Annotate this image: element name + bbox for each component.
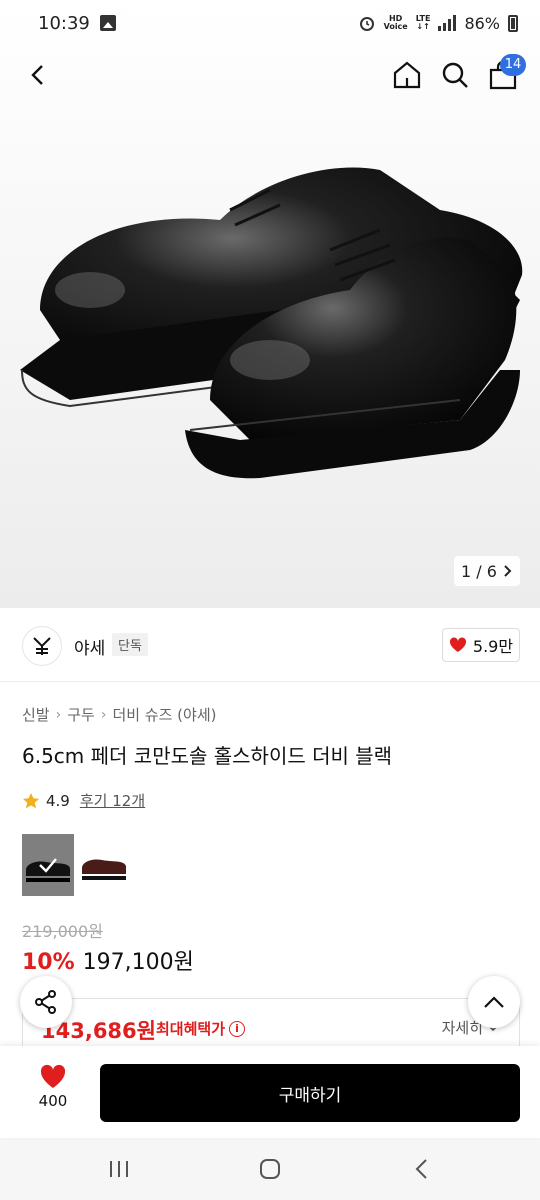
review-link[interactable]: 후기 12개	[80, 790, 145, 811]
color-swatches	[22, 834, 130, 896]
sale-price: 197,100원	[82, 950, 194, 975]
check-icon	[22, 834, 74, 896]
swatch-brown[interactable]	[78, 834, 130, 896]
hd-voice-indicator: HD Voice	[384, 15, 408, 31]
max-benefit-label: 최대혜택가	[156, 1020, 226, 1038]
discount-rate: 10%	[22, 950, 75, 975]
heart-icon	[40, 1064, 66, 1088]
chevron-right-icon	[504, 565, 512, 577]
chevron-up-icon	[484, 996, 504, 1008]
exclusive-tag: 단독	[112, 633, 148, 656]
signal-icon	[438, 15, 457, 31]
share-icon	[35, 990, 56, 1014]
back-icon[interactable]	[22, 58, 56, 92]
brand-logo-mark-icon	[33, 637, 51, 655]
max-benefit-label-wrap: 최대혜택가 i	[156, 1018, 246, 1039]
swatch-black[interactable]	[22, 834, 74, 896]
wishlist-button[interactable]: 400	[22, 1064, 84, 1120]
status-indicators: HD Voice LTE ↓↑ 86%	[358, 14, 518, 33]
data-arrows-icon: ↓↑	[416, 22, 430, 31]
breadcrumb: 신발 › 구두 › 더비 슈즈 (야세)	[22, 704, 216, 725]
brand-logo[interactable]	[22, 626, 62, 666]
top-navigation: 14	[0, 50, 540, 100]
cart-count-badge: 14	[500, 54, 526, 76]
price-row: 10% 197,100원	[22, 944, 194, 976]
battery-icon	[508, 14, 518, 32]
gallery-notification-icon	[99, 15, 116, 31]
system-navigation-bar	[0, 1138, 540, 1200]
battery-percent: 86%	[464, 13, 500, 33]
search-icon[interactable]	[438, 58, 472, 92]
breadcrumb-item[interactable]: 신발	[22, 704, 50, 725]
scroll-top-button[interactable]	[468, 976, 520, 1028]
rating-value: 4.9	[46, 791, 70, 810]
status-time: 10:39	[38, 12, 90, 34]
gallery-page-indicator[interactable]: 1 / 6	[454, 556, 520, 586]
original-price: 219,000원	[22, 922, 103, 941]
buy-button[interactable]: 구매하기	[100, 1064, 520, 1122]
brand-like-count: 5.9만	[472, 637, 514, 656]
system-back-icon[interactable]	[410, 1157, 434, 1181]
page-indicator-label: 1 / 6	[461, 561, 497, 581]
heart-icon	[449, 637, 466, 652]
recent-apps-icon[interactable]	[106, 1158, 132, 1180]
breadcrumb-item[interactable]: 구두	[67, 704, 95, 725]
info-icon[interactable]: i	[229, 1020, 246, 1037]
rating-row: 4.9 후기 12개	[22, 790, 145, 811]
voice-label: Voice	[383, 22, 408, 31]
home-icon[interactable]	[390, 58, 424, 92]
alarm-icon	[359, 17, 374, 31]
product-title: 6.5cm 페더 코만도솔 홀스하이드 더비 블랙	[22, 744, 393, 768]
brand-name[interactable]: 야세	[74, 634, 105, 659]
share-button[interactable]	[20, 976, 72, 1028]
wishlist-count: 400	[38, 1092, 68, 1110]
chevron-right-icon: ›	[55, 706, 62, 723]
chevron-right-icon: ›	[100, 706, 107, 723]
product-photo-shoes	[20, 167, 523, 479]
lte-indicator: LTE ↓↑	[416, 15, 431, 31]
brown-shoe-thumbnail	[82, 859, 126, 880]
brand-like-button[interactable]: 5.9만	[442, 628, 520, 662]
home-button-icon[interactable]	[258, 1157, 282, 1181]
star-icon	[23, 792, 39, 808]
status-bar: 10:39 HD Voice LTE ↓↑ 86%	[0, 0, 540, 46]
brand-row: 야세 단독 5.9만	[0, 608, 540, 682]
bottom-action-bar: 400 구매하기	[0, 1046, 540, 1138]
breadcrumb-item[interactable]: 더비 슈즈 (야세)	[112, 704, 216, 725]
